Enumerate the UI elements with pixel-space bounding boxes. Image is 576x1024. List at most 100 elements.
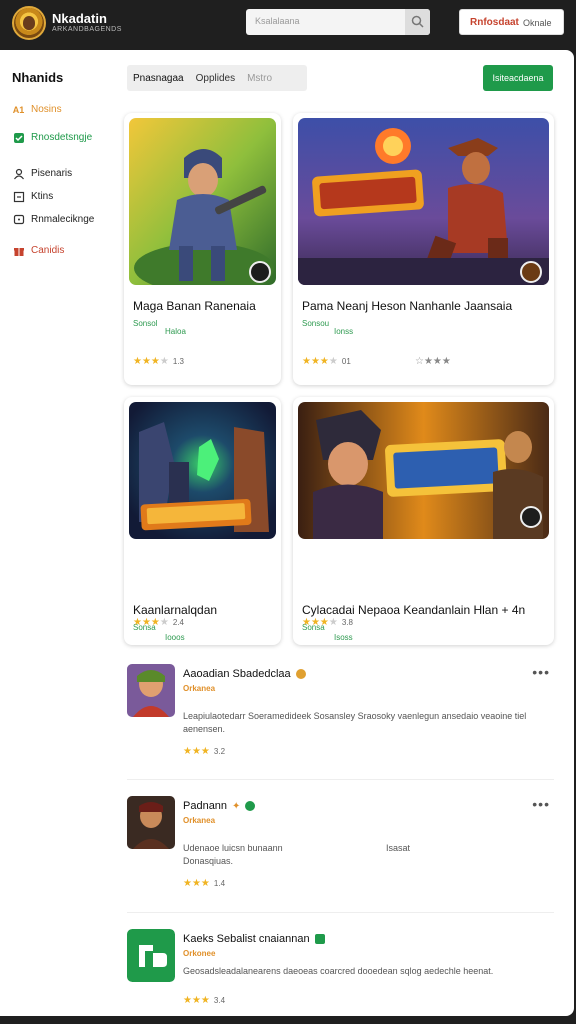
list-item-rating: ★★★ 1.4 <box>183 878 225 889</box>
star-rating-icon: ☆★★★ <box>415 356 451 367</box>
sidebar-item-recommended[interactable]: Rnosdetsngje <box>12 131 92 144</box>
list-item-title-row: Padnann ✦ <box>183 800 256 812</box>
verified-badge-icon <box>245 801 256 811</box>
game-title: Cylacadai Nepaoa Keandanlain Hlan + 4n <box>302 603 526 617</box>
leaf-badge-icon: ✦ <box>232 800 241 812</box>
list-item-developer: Orkanea <box>183 684 216 693</box>
game-title: Maga Banan Ranenaia <box>133 299 256 313</box>
game-genre: Sonsou <box>302 319 330 328</box>
game-rating: ★★★★ 3.8 <box>302 617 353 628</box>
list-item-description: Leapiulaotedarr Soeramedideek Sosansley … <box>183 711 527 734</box>
list-item-title-row: Kaeks Sebalist cnaiannan <box>183 933 325 945</box>
account-button[interactable]: Rnfosdaat Oknale <box>459 9 564 35</box>
more-options-icon[interactable]: ••• <box>532 664 550 680</box>
list-item-developer: Orkanea <box>183 816 216 825</box>
sidebar-item-label: Pisenaris <box>31 168 73 179</box>
brand-tagline: ARKANDBAGENDS <box>52 26 122 33</box>
sidebar-item-label: Ktins <box>31 191 54 202</box>
sidebar-item-gifts[interactable]: Canidis <box>12 244 64 257</box>
game-card[interactable]: Cylacadai Nepaoa Keandanlain Hlan + 4n S… <box>293 397 554 645</box>
account-sublabel: Oknale <box>523 18 552 28</box>
game-cover-image <box>298 402 549 539</box>
game-card[interactable]: Pama Neanj Heson Nanhanle Jaansaia Sonso… <box>293 113 554 385</box>
tab-updates[interactable]: Opplides <box>190 73 241 84</box>
game-card[interactable]: Maga Banan Ranenaia Sonsol Haloa ★★★★ 1.… <box>124 113 281 385</box>
search-input[interactable]: Ksalalaana <box>246 9 430 35</box>
secondary-rating: ☆★★★ <box>415 356 451 367</box>
gift-icon <box>12 244 25 257</box>
star-rating-icon: ★★★★ <box>302 356 338 367</box>
rating-value: 01 <box>341 357 351 366</box>
divider <box>127 912 554 913</box>
list-item-rating: ★★★ 3.2 <box>183 746 225 757</box>
list-item-title: Aaoadian Sbadedclaa <box>183 668 291 680</box>
main-panel: Nhanids A1 Nosins Rnosdetsngje Pisenaris… <box>0 50 574 1016</box>
star-rating-icon: ★★★ <box>183 746 210 757</box>
game-subgenre: Haloa <box>165 327 186 336</box>
game-subgenre: Isoss <box>334 633 353 642</box>
star-rating-icon: ★★★★ <box>302 617 338 628</box>
brand-name: Nkadatin <box>52 11 107 26</box>
verified-badge-icon <box>314 934 325 944</box>
app-logo[interactable] <box>12 6 46 40</box>
account-label: Rnfosdaat <box>470 17 519 28</box>
sidebar-item-personal[interactable]: Pisenaris <box>12 167 72 180</box>
platform-badge-icon <box>520 506 542 528</box>
box-icon <box>12 190 25 203</box>
search-button[interactable] <box>405 9 430 35</box>
sidebar-item-label: Rnosdetsngje <box>31 132 93 143</box>
rating-value: 3.2 <box>213 747 226 756</box>
chat-icon <box>12 213 25 226</box>
game-rating: ★★★★ 1.3 <box>133 356 184 367</box>
top-bar: Nkadatin ARKANDBAGENDS Ksalalaana Rnfosd… <box>0 0 576 50</box>
star-rating-icon: ★★★ <box>183 878 210 889</box>
list-item-extra: Isasat <box>386 843 411 853</box>
app-icon <box>127 664 175 717</box>
rating-value: 1.3 <box>172 357 184 366</box>
search-placeholder: Ksalalaana <box>255 16 300 26</box>
game-rating: ★★★★ 2.4 <box>133 617 184 628</box>
rating-value: 2.4 <box>172 618 184 627</box>
star-rating-icon: ★★★★ <box>133 617 169 628</box>
more-options-icon[interactable]: ••• <box>532 796 550 812</box>
rating-value: 3.4 <box>213 996 226 1005</box>
list-item[interactable]: Padnann ✦ Orkanea Udenaoe luicsn bunaann… <box>127 796 554 896</box>
sidebar-title: Nhanids <box>12 70 64 85</box>
app-icon: Kaeks Sebalist cnaiannan <box>127 929 175 982</box>
list-item-description: Udenaoe luicsn bunaann Donasqiuas. <box>183 843 283 866</box>
list-item-rating: ★★★ 3.4 <box>183 995 225 1006</box>
game-card[interactable]: Kaanlarnalqdan Sonsa Iooos <box>124 397 281 645</box>
tab-popular[interactable]: Pnasnagaa <box>127 73 190 84</box>
sidebar-item-messages[interactable]: Rnmaleciknge <box>12 213 94 226</box>
sidebar-item-home[interactable]: A1 Nosins <box>12 103 62 116</box>
platform-badge-icon <box>249 261 271 283</box>
verified-badge-icon <box>295 669 306 679</box>
divider <box>127 779 554 780</box>
list-item[interactable]: Kaeks Sebalist cnaiannan Kaeks Sebalist … <box>127 929 554 1013</box>
game-rating: ★★★★ 01 <box>302 356 351 367</box>
sidebar-item-label: Nosins <box>31 104 62 115</box>
sidebar-item-label: Rnmaleciknge <box>31 214 95 225</box>
game-subgenre: Ionss <box>334 327 354 336</box>
check-icon <box>12 131 25 144</box>
tab-more[interactable]: Mstro <box>241 73 278 84</box>
rating-value: 3.8 <box>341 618 353 627</box>
user-icon <box>12 167 25 180</box>
list-item-developer: Orkonee <box>183 949 216 958</box>
list-item-title: Padnann <box>183 800 228 812</box>
game-genre: Sonsol <box>133 319 158 328</box>
game-title: Pama Neanj Heson Nanhanle Jaansaia <box>302 299 513 313</box>
game-title: Kaanlarnalqdan <box>133 603 218 617</box>
list-item-title-row: Aaoadian Sbadedclaa <box>183 668 306 680</box>
install-button[interactable]: Isiteacdaena <box>483 65 553 91</box>
star-rating-icon: ★★★ <box>183 995 210 1006</box>
sidebar-item-kits[interactable]: Ktins <box>12 190 53 203</box>
star-rating-icon: ★★★★ <box>133 356 169 367</box>
game-cover-image <box>129 402 276 539</box>
list-item[interactable]: Aaoadian Sbadedclaa Orkanea Leapiulaoted… <box>127 664 554 764</box>
search-icon <box>411 15 424 28</box>
filter-tabs: Pnasnagaa Opplides Mstro <box>127 65 307 91</box>
list-item-title: Kaeks Sebalist cnaiannan <box>183 933 310 945</box>
home-icon: A1 <box>12 104 25 115</box>
rating-value: 1.4 <box>213 879 226 888</box>
